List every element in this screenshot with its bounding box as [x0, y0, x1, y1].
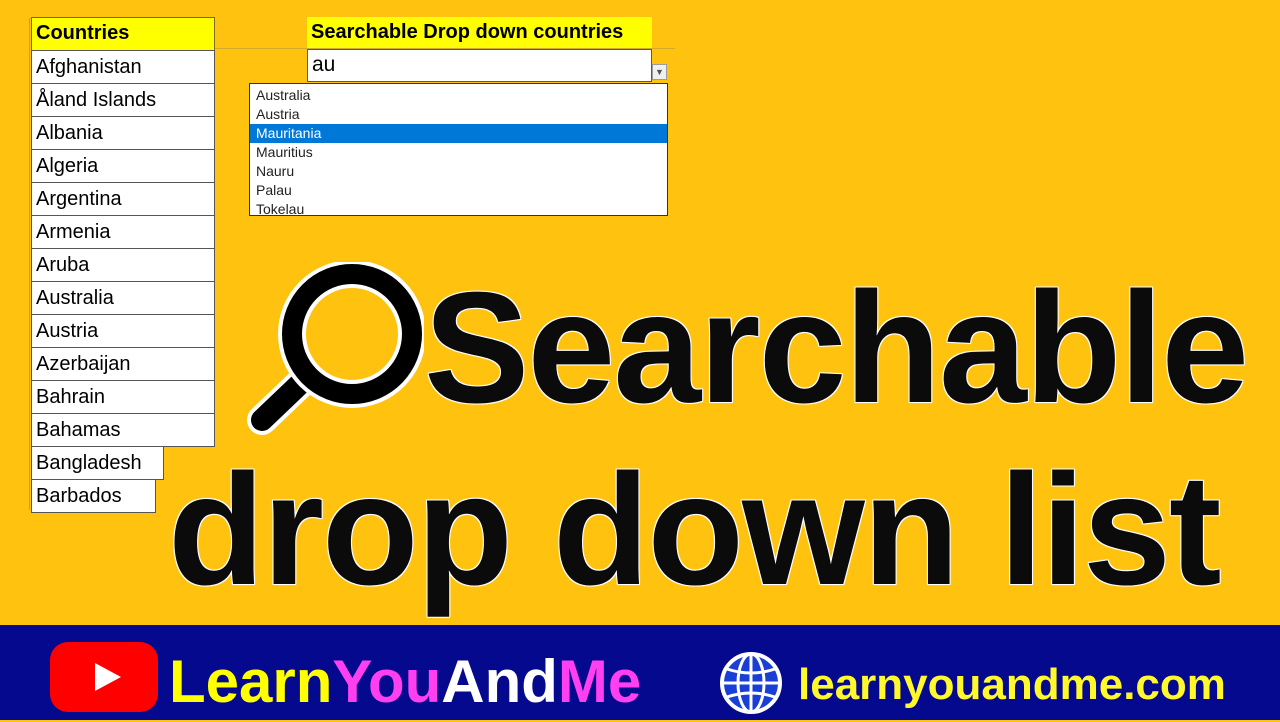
brand-me: Me: [557, 648, 642, 715]
brand-learn: Learn: [169, 648, 333, 715]
dropdown-option[interactable]: Austria: [250, 105, 667, 124]
brand-and: And: [441, 648, 558, 715]
country-cell[interactable]: Armenia: [31, 216, 215, 249]
dropdown-option-selected[interactable]: Mauritania: [250, 124, 667, 143]
globe-icon: [720, 652, 782, 714]
country-cell[interactable]: Algeria: [31, 150, 215, 183]
search-input-cell[interactable]: au: [307, 49, 652, 82]
country-cell[interactable]: Barbados: [31, 480, 156, 513]
website-url[interactable]: learnyouandme.com: [798, 650, 1226, 720]
youtube-icon[interactable]: [49, 641, 159, 713]
headline-line-1: Searchable: [424, 260, 1249, 436]
dropdown-list: Australia Austria Mauritania Mauritius N…: [249, 83, 668, 219]
country-cell[interactable]: Aruba: [31, 249, 215, 282]
country-cell[interactable]: Afghanistan: [31, 50, 215, 84]
search-header-cell[interactable]: Searchable Drop down countries: [307, 17, 652, 50]
magnifier-icon: [247, 262, 424, 435]
country-cell[interactable]: Australia: [31, 282, 215, 315]
country-cell[interactable]: Bahrain: [31, 381, 215, 414]
dropdown-option[interactable]: Australia: [250, 86, 667, 105]
column-gridline: [29, 18, 30, 510]
country-cell[interactable]: Albania: [31, 117, 215, 150]
brand-name[interactable]: LearnYouAndMe: [169, 642, 641, 722]
country-cell[interactable]: Austria: [31, 315, 215, 348]
country-cell[interactable]: Argentina: [31, 183, 215, 216]
dropdown-option[interactable]: Palau: [250, 181, 667, 200]
country-cell[interactable]: Bangladesh: [31, 447, 164, 480]
country-cell[interactable]: Azerbaijan: [31, 348, 215, 381]
country-cell[interactable]: Åland Islands: [31, 84, 215, 117]
dropdown-arrow-icon[interactable]: ▼: [652, 64, 667, 80]
countries-header-cell[interactable]: Countries: [31, 17, 215, 50]
brand-you: You: [332, 648, 442, 715]
dropdown-option[interactable]: Mauritius: [250, 143, 667, 162]
dropdown-option[interactable]: Tokelau: [250, 200, 667, 219]
dropdown-option[interactable]: Nauru: [250, 162, 667, 181]
headline-line-2: drop down list: [168, 442, 1222, 618]
